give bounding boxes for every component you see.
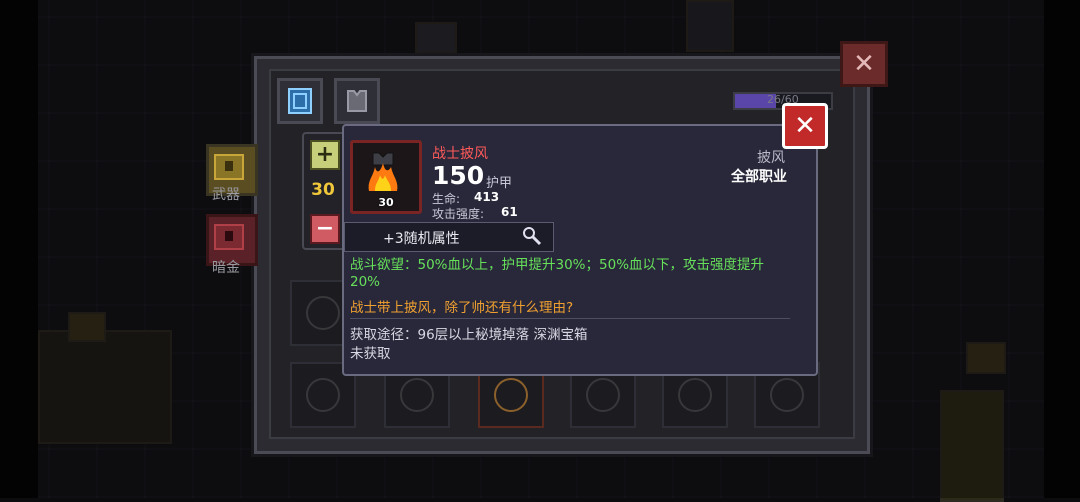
tooltip-divider: [350, 318, 790, 319]
stat-hp-value: 413: [474, 190, 500, 204]
item-status-text: 未获取: [350, 346, 391, 362]
random-attribute-label: +3随机属性: [383, 231, 460, 247]
quantity-stepper: + 30 −: [302, 132, 346, 250]
close-icon: ✕: [853, 49, 875, 79]
item-class: 全部职业: [731, 169, 787, 185]
item-level-badge: 30: [378, 196, 394, 209]
item-source-text: 获取途径：96层以上秘境掉落 深渊宝箱: [350, 327, 588, 343]
necklace-icon: [494, 378, 528, 412]
panel-close-button[interactable]: ✕: [840, 41, 888, 87]
close-icon: ✕: [794, 111, 816, 141]
item-armor-value: 150: [432, 161, 485, 190]
tooltip-close-button[interactable]: ✕: [782, 103, 828, 149]
stat-attack-value: 61: [501, 205, 518, 219]
slot-item-icon: [306, 296, 340, 330]
item-name: 战士披风: [432, 146, 488, 162]
quantity-value: 30: [311, 180, 335, 200]
plus-icon: +: [315, 142, 335, 167]
necklace-icon: [586, 378, 620, 412]
quantity-plus-button[interactable]: +: [310, 140, 340, 170]
item-effect-text: 战斗欲望：50%血以上，护甲提升30%；50%血以下，攻击强度提升20%: [350, 257, 765, 290]
item-armor-label: 护甲: [486, 176, 513, 191]
tab-items[interactable]: [277, 78, 323, 124]
card-icon: [288, 88, 312, 114]
side-item-dark-gold-label: 暗金: [212, 260, 240, 276]
weapon-chest-icon: [214, 154, 244, 180]
armor-icon: [347, 90, 367, 112]
necklace-icon: [678, 378, 712, 412]
item-icon-frame: 30: [350, 140, 422, 214]
stat-attack-label: 攻击强度:: [432, 207, 485, 221]
tab-gear[interactable]: [334, 78, 380, 124]
magnifier-icon[interactable]: [521, 225, 543, 247]
dark-gold-chest-icon: [214, 224, 244, 250]
item-type: 披风: [757, 150, 785, 166]
slot-item-icon: [306, 378, 340, 412]
necklace-icon: [400, 378, 434, 412]
minus-icon: −: [315, 216, 335, 241]
quantity-minus-button[interactable]: −: [310, 214, 340, 244]
necklace-icon: [770, 378, 804, 412]
side-item-weapon-label: 武器: [212, 187, 240, 203]
item-flavor-text: 战士带上披风，除了帅还有什么理由?: [350, 300, 574, 316]
